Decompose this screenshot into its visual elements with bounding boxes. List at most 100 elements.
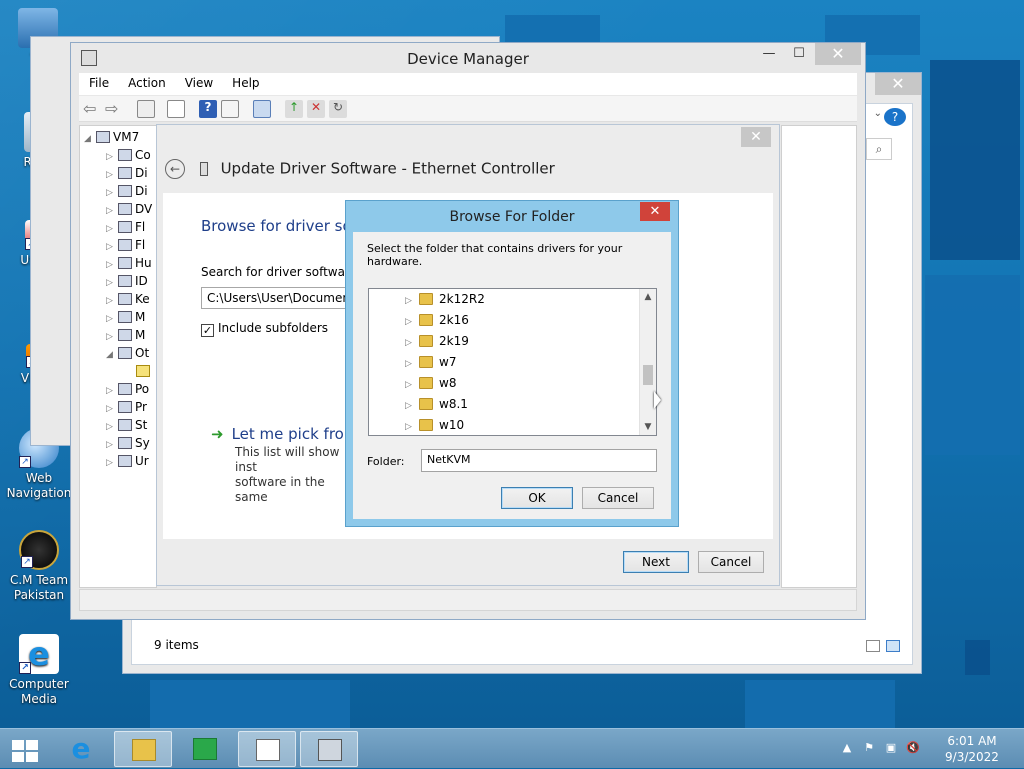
folder-item[interactable]: ▷ 2k12R2 bbox=[405, 289, 485, 310]
maximize-button[interactable]: ☐ bbox=[785, 43, 813, 65]
tree-item[interactable]: ▷ Hu bbox=[106, 254, 152, 272]
menu-action[interactable]: Action bbox=[118, 73, 175, 90]
action-center-flag-icon[interactable]: ⚑ bbox=[862, 741, 876, 755]
folder-scrollbar[interactable]: ▲ ▼ bbox=[639, 289, 656, 435]
scroll-thumb[interactable] bbox=[643, 365, 653, 385]
pick-desc-line-1: This list will show inst bbox=[235, 445, 340, 474]
tree-item[interactable]: ▷ Fl bbox=[106, 218, 145, 236]
folder-field-label: Folder: bbox=[367, 455, 405, 468]
explorer-close-button[interactable]: ✕ bbox=[875, 73, 921, 95]
wizard-heading: Browse for driver sof bbox=[201, 217, 357, 235]
details-view-icon[interactable] bbox=[866, 640, 880, 652]
pick-from-list-link[interactable]: ➜ Let me pick from bbox=[211, 425, 358, 443]
include-subfolders-checkbox[interactable]: ✓ Include subfolders bbox=[201, 321, 328, 337]
clock[interactable]: 6:01 AM 9/3/2022 bbox=[942, 733, 1002, 765]
tree-item[interactable]: ▷ Di bbox=[106, 182, 148, 200]
desktop-icon-cm-team[interactable]: ↗ C.M Team Pakistan bbox=[1, 530, 77, 603]
tree-item[interactable]: ▷ Pr bbox=[106, 398, 147, 416]
large-icons-view-icon[interactable] bbox=[886, 640, 900, 652]
update-driver-icon[interactable]: ↑ bbox=[285, 100, 303, 118]
taskbar-control-panel[interactable] bbox=[238, 731, 296, 767]
tree-item[interactable]: ▷ Sy bbox=[106, 434, 150, 452]
view-icon[interactable] bbox=[221, 100, 239, 118]
folder-label: w10 bbox=[439, 418, 465, 432]
dialog-instruction: Select the folder that contains drivers … bbox=[367, 242, 623, 268]
tree-item-label: Pr bbox=[135, 400, 147, 414]
tree-item[interactable]: ▷ Po bbox=[106, 380, 149, 398]
cancel-button[interactable]: Cancel bbox=[698, 551, 764, 573]
taskbar-device-manager[interactable] bbox=[300, 731, 358, 767]
desktop-icon-label: C.M Team Pakistan bbox=[9, 573, 69, 602]
scroll-down-icon[interactable]: ▼ bbox=[640, 419, 656, 435]
forward-arrow-icon[interactable]: ⇨ bbox=[105, 100, 123, 118]
window-title: Device Manager bbox=[407, 50, 529, 68]
back-arrow-icon[interactable]: ← bbox=[165, 159, 185, 179]
tree-item[interactable]: ▷ Ur bbox=[106, 452, 149, 470]
folder-icon bbox=[419, 398, 433, 410]
taskbar-internet-explorer[interactable]: e bbox=[52, 731, 110, 767]
menu-help[interactable]: Help bbox=[222, 73, 268, 90]
folder-item[interactable]: ▷ 2k19 bbox=[405, 331, 469, 352]
usb-icon bbox=[118, 455, 132, 467]
wizard-close-button[interactable]: ✕ bbox=[741, 127, 771, 147]
desktop-icon-computer-media[interactable]: e ↗ Computer Media bbox=[1, 634, 77, 707]
folder-input[interactable]: NetKVM bbox=[421, 449, 657, 472]
device-tree: ◢ VM7 ▷ Co ▷ Di ▷ Di ▷ DV ▷ Fl ▷ Fl ▷ Hu ▷ ID ▷ Ke… bbox=[79, 125, 157, 588]
tree-item[interactable]: ▷ Fl bbox=[106, 236, 145, 254]
menu-file[interactable]: File bbox=[79, 73, 118, 90]
tree-item[interactable]: ▷ Di bbox=[106, 164, 148, 182]
taskbar-file-explorer[interactable] bbox=[114, 731, 172, 767]
tree-root[interactable]: ◢ VM7 bbox=[84, 128, 139, 146]
tree-item-other-devices[interactable]: ◢ Ot bbox=[106, 344, 149, 362]
folder-item[interactable]: ▷ 2k16 bbox=[405, 310, 469, 331]
volume-muted-icon[interactable]: 🔇 bbox=[906, 741, 920, 755]
folder-item[interactable]: ▷ w10 bbox=[405, 415, 465, 435]
scan-hardware-icon[interactable] bbox=[253, 100, 271, 118]
tree-item[interactable]: ▷ Ke bbox=[106, 290, 150, 308]
desktop-icon-label: Web Navigation bbox=[6, 471, 72, 500]
tree-item[interactable]: ▷ M bbox=[106, 308, 145, 326]
warning-device-icon bbox=[136, 365, 150, 377]
chevron-down-icon[interactable]: ⌄ bbox=[874, 108, 882, 119]
menu-view[interactable]: View bbox=[175, 73, 222, 90]
dialog-close-button[interactable]: ✕ bbox=[640, 202, 670, 221]
show-hidden-icons-icon[interactable]: ▲ bbox=[840, 741, 854, 755]
uninstall-icon[interactable]: ✕ bbox=[307, 100, 325, 118]
tree-item-label: Di bbox=[135, 184, 148, 198]
desktop-icon-label: Computer Media bbox=[9, 677, 69, 706]
tree-item[interactable]: ▷ Co bbox=[106, 146, 151, 164]
device-icon bbox=[118, 185, 132, 197]
network-icon[interactable]: ▣ bbox=[884, 741, 898, 755]
mouse-cursor-icon bbox=[654, 391, 661, 409]
tree-item[interactable]: ▷ M bbox=[106, 326, 145, 344]
start-button[interactable] bbox=[0, 731, 58, 767]
show-hide-console-icon[interactable] bbox=[137, 100, 155, 118]
help-icon[interactable]: ? bbox=[199, 100, 217, 118]
taskbar-store[interactable] bbox=[176, 731, 234, 767]
tree-item[interactable]: ▷ St bbox=[106, 416, 147, 434]
properties-icon[interactable] bbox=[167, 100, 185, 118]
next-button[interactable]: Next bbox=[623, 551, 689, 573]
minimize-button[interactable]: — bbox=[755, 43, 783, 65]
enable-device-icon[interactable]: ↻ bbox=[329, 100, 347, 118]
scroll-up-icon[interactable]: ▲ bbox=[640, 289, 656, 305]
tree-item[interactable]: ▷ DV bbox=[106, 200, 152, 218]
tree-item[interactable]: ▷ ID bbox=[106, 272, 148, 290]
folder-label: w8 bbox=[439, 376, 457, 390]
search-icon[interactable]: ⌕ bbox=[866, 138, 892, 160]
ok-button[interactable]: OK bbox=[501, 487, 573, 509]
tree-root-label: VM7 bbox=[113, 130, 140, 144]
folder-item[interactable]: ▷ w8 bbox=[405, 373, 456, 394]
back-arrow-icon[interactable]: ⇦ bbox=[83, 100, 101, 118]
close-button[interactable]: ✕ bbox=[815, 43, 861, 65]
items-count: 9 items bbox=[154, 638, 199, 652]
folder-item[interactable]: ▷ w7 bbox=[405, 352, 456, 373]
tree-item-label: Hu bbox=[135, 256, 152, 270]
folder-item[interactable]: ▷ w8.1 bbox=[405, 394, 468, 415]
wallpaper-tile bbox=[925, 275, 1020, 455]
folder-tree[interactable]: ▷ 2k12R2 ▷ 2k16 ▷ 2k19 ▷ w7 ▷ w8 ▷ w8.1 ▷ w10 ▲… bbox=[368, 288, 657, 436]
driver-path-input[interactable]: C:\Users\User\Documents bbox=[201, 287, 351, 309]
tree-item-ethernet-controller[interactable] bbox=[136, 362, 153, 380]
help-icon[interactable]: ? bbox=[884, 108, 906, 126]
dialog-cancel-button[interactable]: Cancel bbox=[582, 487, 654, 509]
